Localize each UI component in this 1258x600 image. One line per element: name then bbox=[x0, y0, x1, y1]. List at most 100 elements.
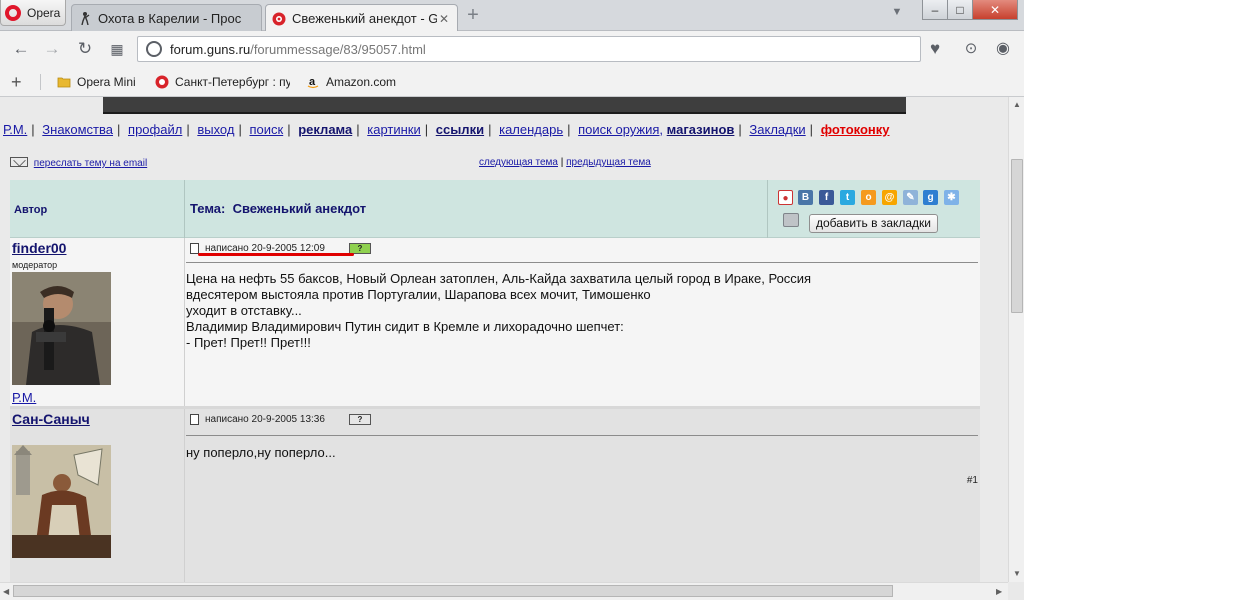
tools-divider bbox=[767, 180, 768, 238]
add-to-bookmarks-button[interactable]: добавить в закладки bbox=[809, 214, 939, 233]
scroll-down-arrow-icon[interactable]: ▼ bbox=[1013, 569, 1021, 578]
browser-window: Opera Охота в Карелии - Прос Свеженький … bbox=[0, 0, 1024, 600]
nav-link-logout[interactable]: выход bbox=[197, 122, 234, 137]
forum-favicon-icon bbox=[272, 12, 286, 25]
folder-icon bbox=[57, 77, 71, 88]
author-name-link[interactable]: Сан-Саныч bbox=[12, 411, 90, 427]
maximize-button[interactable]: □ bbox=[947, 0, 973, 20]
bookmark-opera-mini[interactable]: Opera Mini bbox=[57, 73, 136, 91]
tab-hunting-karelia[interactable]: Охота в Карелии - Прос bbox=[71, 4, 262, 31]
nav-link-photo-contest[interactable]: фотоконку bbox=[821, 122, 890, 137]
nav-link-bookmarks[interactable]: Закладки bbox=[749, 122, 805, 137]
post-author-cell: finder00 модератор Р.М. bbox=[10, 238, 185, 406]
share-livejournal-icon[interactable]: ● bbox=[778, 190, 793, 205]
web-page-viewport: Р.М. | Знакомства | профайл | выход | поиск |… bbox=[0, 97, 1008, 582]
author-rm-link[interactable]: Р.М. bbox=[12, 390, 36, 405]
bookmark-label: Amazon.com bbox=[326, 75, 397, 89]
navigation-bar: ← → ↻ ▦ forum.guns.ru/forummessage/83/95… bbox=[0, 31, 1024, 67]
topic-title: Тема: Свеженький анекдот bbox=[190, 201, 367, 216]
nav-link-search[interactable]: поиск bbox=[249, 122, 283, 137]
share-google-icon[interactable]: g bbox=[923, 190, 938, 205]
previous-topic-link[interactable]: предыдущая тема bbox=[566, 157, 651, 168]
author-role: модератор bbox=[12, 260, 58, 270]
tab-strip: Opera Охота в Карелии - Прос Свеженький … bbox=[0, 0, 1024, 32]
hunter-favicon-icon bbox=[81, 12, 90, 25]
add-bookmark-plus-icon[interactable]: + bbox=[11, 72, 22, 93]
profile-info-icon[interactable]: ? bbox=[348, 414, 371, 425]
forward-by-email-link[interactable]: переслать тему на email bbox=[34, 158, 147, 169]
scroll-left-arrow-icon[interactable]: ◀ bbox=[3, 587, 9, 596]
nav-link-profile[interactable]: профайл bbox=[128, 122, 182, 137]
nav-link-shops[interactable]: магазинов bbox=[667, 122, 735, 137]
bookmark-spb[interactable]: Санкт-Петербург : пу bbox=[155, 73, 290, 91]
address-field[interactable]: forum.guns.ru/forummessage/83/95057.html bbox=[137, 36, 921, 62]
nav-link-rm[interactable]: Р.М. bbox=[3, 122, 27, 137]
tab-title: Охота в Карелии - Прос bbox=[98, 10, 242, 26]
nav-link-weapon-search[interactable]: поиск оружия, bbox=[578, 122, 663, 137]
post-number: #1 bbox=[966, 475, 978, 486]
post-date: написано 20-9-2005 13:36 bbox=[205, 414, 325, 425]
amazon-icon: a bbox=[307, 76, 319, 89]
share-mailru-icon[interactable]: @ bbox=[882, 190, 897, 205]
post-row: finder00 модератор Р.М. написано 20-9-20… bbox=[10, 238, 980, 409]
bookmark-label: Санкт-Петербург : пу bbox=[175, 75, 290, 89]
red-underline-annotation bbox=[198, 253, 354, 256]
forum-nav-links: Р.М. | Знакомства | профайл | выход | поиск |… bbox=[3, 122, 890, 137]
post-divider bbox=[186, 435, 978, 436]
post-body: ну поперло,ну поперло... bbox=[186, 445, 336, 460]
author-name-link[interactable]: finder00 bbox=[12, 240, 66, 256]
next-topic-link[interactable]: следующая тема bbox=[479, 157, 558, 168]
nav-link-dating[interactable]: Знакомства bbox=[42, 122, 113, 137]
share-facebook-icon[interactable]: f bbox=[819, 190, 834, 205]
author-avatar bbox=[12, 272, 111, 385]
share-twitter-icon[interactable]: t bbox=[840, 190, 855, 205]
bookmark-amazon[interactable]: a Amazon.com bbox=[306, 73, 396, 91]
horizontal-scroll-thumb[interactable] bbox=[13, 585, 893, 597]
nav-link-ads[interactable]: реклама bbox=[298, 122, 352, 137]
scroll-up-arrow-icon[interactable]: ▲ bbox=[1013, 100, 1021, 109]
reload-icon[interactable]: ↻ bbox=[75, 39, 95, 59]
printer-icon[interactable] bbox=[783, 213, 799, 227]
minimize-button[interactable]: – bbox=[922, 0, 948, 20]
post-author-cell: Сан-Саныч bbox=[10, 409, 185, 582]
post-row: Сан-Саныч написано 20-9-2005 13:36 ? ну … bbox=[10, 409, 980, 582]
bookmark-label: Opera Mini bbox=[77, 75, 136, 89]
back-arrow-icon[interactable]: ← bbox=[11, 39, 31, 59]
nav-link-calendar[interactable]: календарь bbox=[499, 122, 563, 137]
forward-arrow-icon[interactable]: → bbox=[42, 39, 62, 59]
thread-table: Автор Тема: Свеженький анекдот ● B f t o… bbox=[10, 180, 980, 582]
nav-link-pictures[interactable]: картинки bbox=[367, 122, 421, 137]
svg-text:a: a bbox=[309, 76, 316, 88]
share-vk-icon[interactable]: B bbox=[798, 190, 813, 205]
topic-navigation: следующая тема | предыдущая тема bbox=[479, 157, 651, 168]
opera-menu-label: Opera bbox=[27, 5, 61, 20]
account-icon[interactable]: ◉ bbox=[993, 39, 1013, 59]
heart-bookmark-icon[interactable]: ♥ bbox=[925, 39, 945, 59]
download-icon[interactable]: ⊙ bbox=[961, 39, 981, 59]
post-document-icon bbox=[190, 414, 199, 425]
tab-menu-chevron-icon[interactable]: ▼ bbox=[888, 6, 906, 22]
post-body: Цена на нефть 55 баксов, Новый Орлеан за… bbox=[186, 271, 812, 350]
vertical-scroll-thumb[interactable] bbox=[1011, 159, 1023, 313]
horizontal-scrollbar[interactable]: ◀ ▶ bbox=[0, 582, 1008, 600]
bookmarks-separator bbox=[40, 74, 41, 90]
bookmarks-bar: + Opera Mini Санкт-Петербург : пу a Amaz… bbox=[0, 67, 1024, 97]
tab-fresh-joke[interactable]: Свеженький анекдот - Gu ✕ bbox=[265, 4, 458, 32]
share-settings-icon[interactable]: ✱ bbox=[944, 190, 959, 205]
site-info-icon[interactable] bbox=[146, 41, 162, 57]
opera-menu-button[interactable]: Opera bbox=[0, 0, 66, 26]
share-odnoklassniki-icon[interactable]: o bbox=[861, 190, 876, 205]
email-envelope-icon bbox=[10, 157, 28, 167]
author-label: Автор bbox=[14, 204, 48, 216]
author-column-header: Автор bbox=[10, 180, 185, 238]
thread-actions-row: переслать тему на email следующая тема |… bbox=[10, 157, 990, 171]
close-tab-icon[interactable]: ✕ bbox=[437, 12, 451, 26]
speed-dial-grid-icon[interactable]: ▦ bbox=[107, 39, 127, 59]
vertical-scrollbar[interactable]: ▲ ▼ bbox=[1008, 97, 1024, 582]
scroll-right-arrow-icon[interactable]: ▶ bbox=[996, 587, 1002, 596]
new-tab-button[interactable]: + bbox=[464, 5, 482, 25]
nav-link-links[interactable]: ссылки bbox=[436, 122, 484, 137]
close-window-button[interactable]: ✕ bbox=[972, 0, 1018, 20]
share-link-icon[interactable]: ✎ bbox=[903, 190, 918, 205]
author-avatar bbox=[12, 445, 111, 558]
